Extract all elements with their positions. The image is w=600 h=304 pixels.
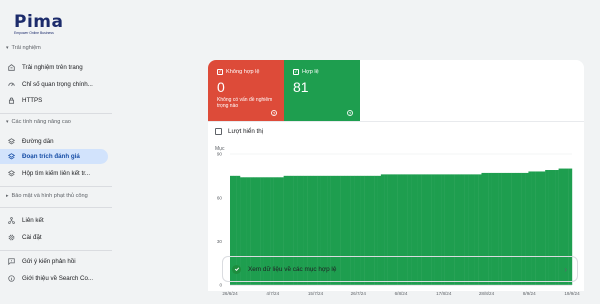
- pima-logo[interactable]: Pima Empower Online Business: [14, 12, 84, 42]
- sidebar: Pima Empower Online Business ▾ Trải nghi…: [0, 0, 116, 291]
- sidebar-item-label: Đoạn trích đánh giá: [22, 153, 80, 160]
- sidebar-divider: [0, 250, 112, 251]
- x-tick-label: 8/9/24: [523, 291, 536, 296]
- y-tick-label: 30: [217, 239, 223, 244]
- sidebar-divider: [0, 113, 112, 114]
- view-valid-items-link[interactable]: Xem dữ liệu về các mục hợp lệ ›: [222, 256, 578, 282]
- section-label: Các tính năng nâng cao: [11, 119, 71, 125]
- x-tick-label: 6/8/24: [395, 291, 408, 296]
- valid-count: 81: [293, 79, 309, 95]
- sidebar-item-core-web-vitals[interactable]: Chỉ số quan trọng chính...: [0, 77, 108, 92]
- section-experience[interactable]: ▾ Trải nghiệm: [6, 45, 41, 51]
- checkbox-checked-icon: ✓: [293, 68, 299, 75]
- caret-down-icon: ▾: [6, 119, 9, 125]
- page-experience-icon: [8, 64, 15, 71]
- valid-card-header: ✓ Hợp lệ: [293, 69, 351, 75]
- sidebar-item-page-experience[interactable]: Trải nghiệm trên trang: [0, 60, 108, 75]
- panel-divider: [208, 121, 584, 122]
- chevron-right-icon: ›: [564, 265, 567, 274]
- core-web-vitals-icon: [8, 81, 15, 88]
- x-tick-label: 15/7/24: [308, 291, 324, 296]
- sitelinks-searchbox-icon: [8, 170, 15, 177]
- impressions-label: Lượt hiển thị: [228, 128, 264, 135]
- invalid-count: 0: [217, 79, 225, 95]
- sidebar-item-feedback[interactable]: Gửi ý kiến phản hồi: [0, 254, 108, 269]
- lock-icon: [8, 97, 15, 104]
- logo-tagline: Empower Online Business: [14, 31, 54, 35]
- sidebar-item-label: Giới thiệu về Search Co...: [22, 275, 94, 282]
- sidebar-item-label: HTTPS: [22, 97, 43, 104]
- sidebar-item-label: Cài đặt: [22, 234, 42, 241]
- invalid-summary-card[interactable]: ✓ Không hợp lệ 0 Không có vấn đề nghiêm …: [208, 60, 284, 121]
- x-tick-label: 17/8/24: [436, 291, 452, 296]
- links-icon: [8, 217, 15, 224]
- sidebar-item-review-snippets[interactable]: Đoạn trích đánh giá: [0, 149, 108, 164]
- impressions-checkbox[interactable]: [215, 128, 222, 135]
- info-icon: [8, 275, 15, 282]
- caret-right-icon: ▸: [6, 193, 9, 199]
- sidebar-item-about[interactable]: Giới thiệu về Search Co...: [0, 271, 108, 286]
- caret-down-icon: ▾: [6, 45, 9, 51]
- settings-icon: [8, 234, 15, 241]
- checkbox-checked-icon: ✓: [217, 68, 223, 75]
- y-tick-label: 0: [219, 283, 222, 288]
- x-tick-label: 26/7/24: [351, 291, 367, 296]
- report-panel: ✓ Không hợp lệ 0 Không có vấn đề nghiêm …: [208, 60, 584, 296]
- sidebar-item-label: Đường dẫn: [22, 138, 54, 145]
- sidebar-divider: [0, 186, 112, 187]
- x-tick-label: 28/8/24: [479, 291, 495, 296]
- valid-summary-card[interactable]: ✓ Hợp lệ 81 ?: [284, 60, 360, 121]
- sidebar-item-label: Liên kết: [22, 217, 44, 224]
- section-security[interactable]: ▸ Bảo mật và hình phạt thủ công: [6, 193, 88, 199]
- help-icon[interactable]: ?: [347, 110, 353, 116]
- sidebar-item-label: Chỉ số quan trọng chính...: [22, 81, 93, 88]
- invalid-label: Không hợp lệ: [226, 69, 260, 75]
- view-valid-items-label: Xem dữ liệu về các mục hợp lệ: [248, 265, 337, 273]
- section-label: Trải nghiệm: [11, 45, 41, 51]
- y-tick-label: 90: [217, 152, 223, 157]
- sidebar-item-label: Hộp tìm kiếm liên kết tr...: [22, 170, 91, 177]
- y-tick-label: 60: [217, 195, 223, 200]
- impressions-toggle[interactable]: Lượt hiển thị: [215, 128, 263, 135]
- sidebar-item-label: Gửi ý kiến phản hồi: [22, 258, 76, 265]
- section-label: Bảo mật và hình phạt thủ công: [11, 193, 88, 199]
- sidebar-item-label: Trải nghiệm trên trang: [22, 64, 83, 71]
- sidebar-item-sitelinks-searchbox[interactable]: Hộp tìm kiếm liên kết tr...: [0, 166, 108, 181]
- sidebar-item-breadcrumbs[interactable]: Đường dẫn: [0, 134, 108, 149]
- logo-brand: Pima: [14, 12, 64, 32]
- sidebar-item-settings[interactable]: Cài đặt: [0, 230, 108, 245]
- help-icon[interactable]: ?: [271, 110, 277, 116]
- feedback-icon: [8, 258, 15, 265]
- breadcrumbs-icon: [8, 138, 15, 145]
- sidebar-item-https[interactable]: HTTPS: [0, 93, 108, 108]
- sidebar-divider: [0, 207, 112, 208]
- x-tick-label: 4/7/24: [266, 291, 279, 296]
- invalid-subtitle: Không có vấn đề nghiêm trọng nào: [217, 97, 273, 109]
- section-enhancements[interactable]: ▾ Các tính năng nâng cao: [6, 119, 71, 125]
- valid-label: Hợp lệ: [302, 69, 319, 75]
- review-snippets-icon: [8, 153, 15, 160]
- invalid-card-header: ✓ Không hợp lệ: [217, 69, 275, 75]
- sidebar-item-links[interactable]: Liên kết: [0, 213, 108, 228]
- check-circle-icon: [232, 264, 241, 274]
- x-tick-label: 19/9/24: [564, 291, 580, 296]
- x-tick-label: 26/6/24: [222, 291, 238, 296]
